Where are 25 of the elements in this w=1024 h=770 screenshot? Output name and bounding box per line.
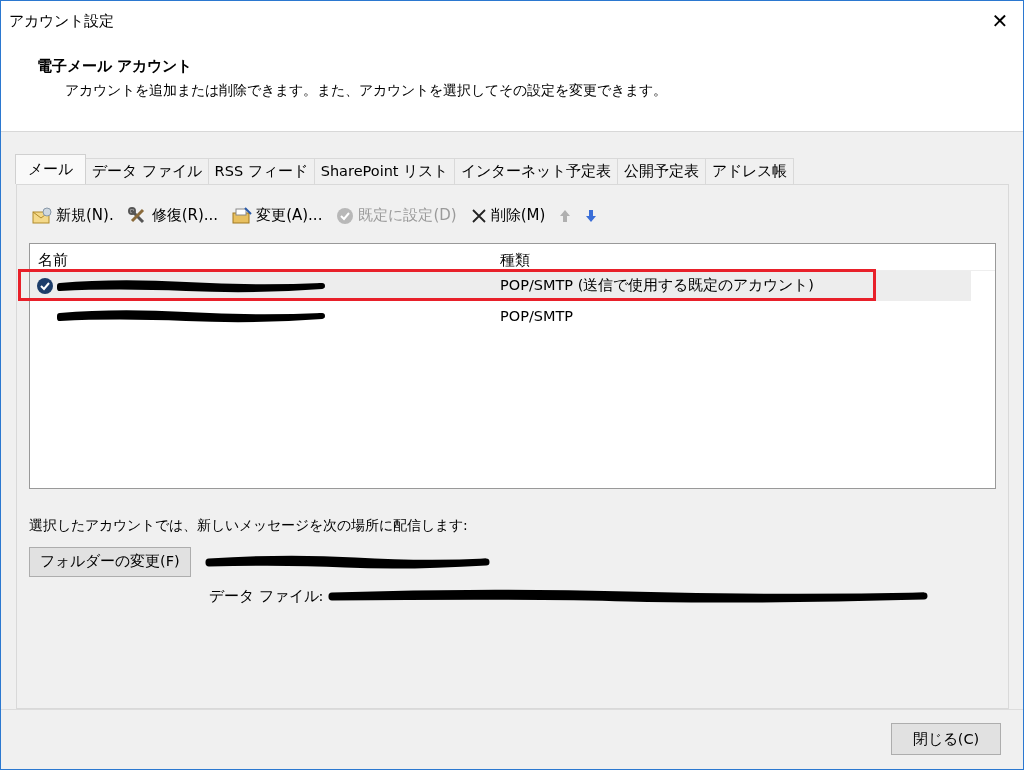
tab[interactable]: メール [15, 153, 86, 184]
column-header[interactable]: 名前 [30, 249, 70, 270]
table-cell-text: POP/SMTP [499, 307, 574, 324]
change-button[interactable]: 変更(A)... [229, 204, 326, 228]
close-dialog-button[interactable]: 閉じる(C) [891, 723, 1001, 756]
section-title: 電子メール アカウント [37, 57, 194, 76]
section-description: アカウントを追加または削除できます。また、アカウントを選択してその設定を変更できます。 [64, 82, 668, 100]
check-circle-icon [336, 206, 355, 225]
change-folder-button[interactable]: フォルダーの変更(F) [29, 546, 191, 577]
repair-button[interactable]: 修復(R)... [124, 204, 222, 228]
envelope-icon [32, 206, 52, 225]
delivery-text: 選択したアカウントでは、新しいメッセージを次の場所に配信します: [29, 516, 469, 535]
delete-button[interactable]: 削除(M) [467, 204, 549, 228]
arrow-down-icon [585, 208, 598, 223]
tab[interactable]: アドレス帳 [705, 157, 795, 184]
x-icon [470, 207, 487, 224]
arrow-up-icon [559, 208, 572, 223]
folder-icon [232, 206, 253, 225]
close-button[interactable]: ✕ [977, 1, 1023, 41]
data-file-label: データ ファイル: [209, 586, 324, 606]
column-header[interactable]: 種類 [492, 249, 530, 270]
table-cell-text: POP/SMTP (送信で使用する既定のアカウント) [499, 276, 815, 296]
window-title: アカウント設定 [9, 11, 114, 31]
account-row[interactable]: POP/SMTP [30, 300, 971, 331]
new-button[interactable]: 新規(N). [29, 204, 117, 228]
